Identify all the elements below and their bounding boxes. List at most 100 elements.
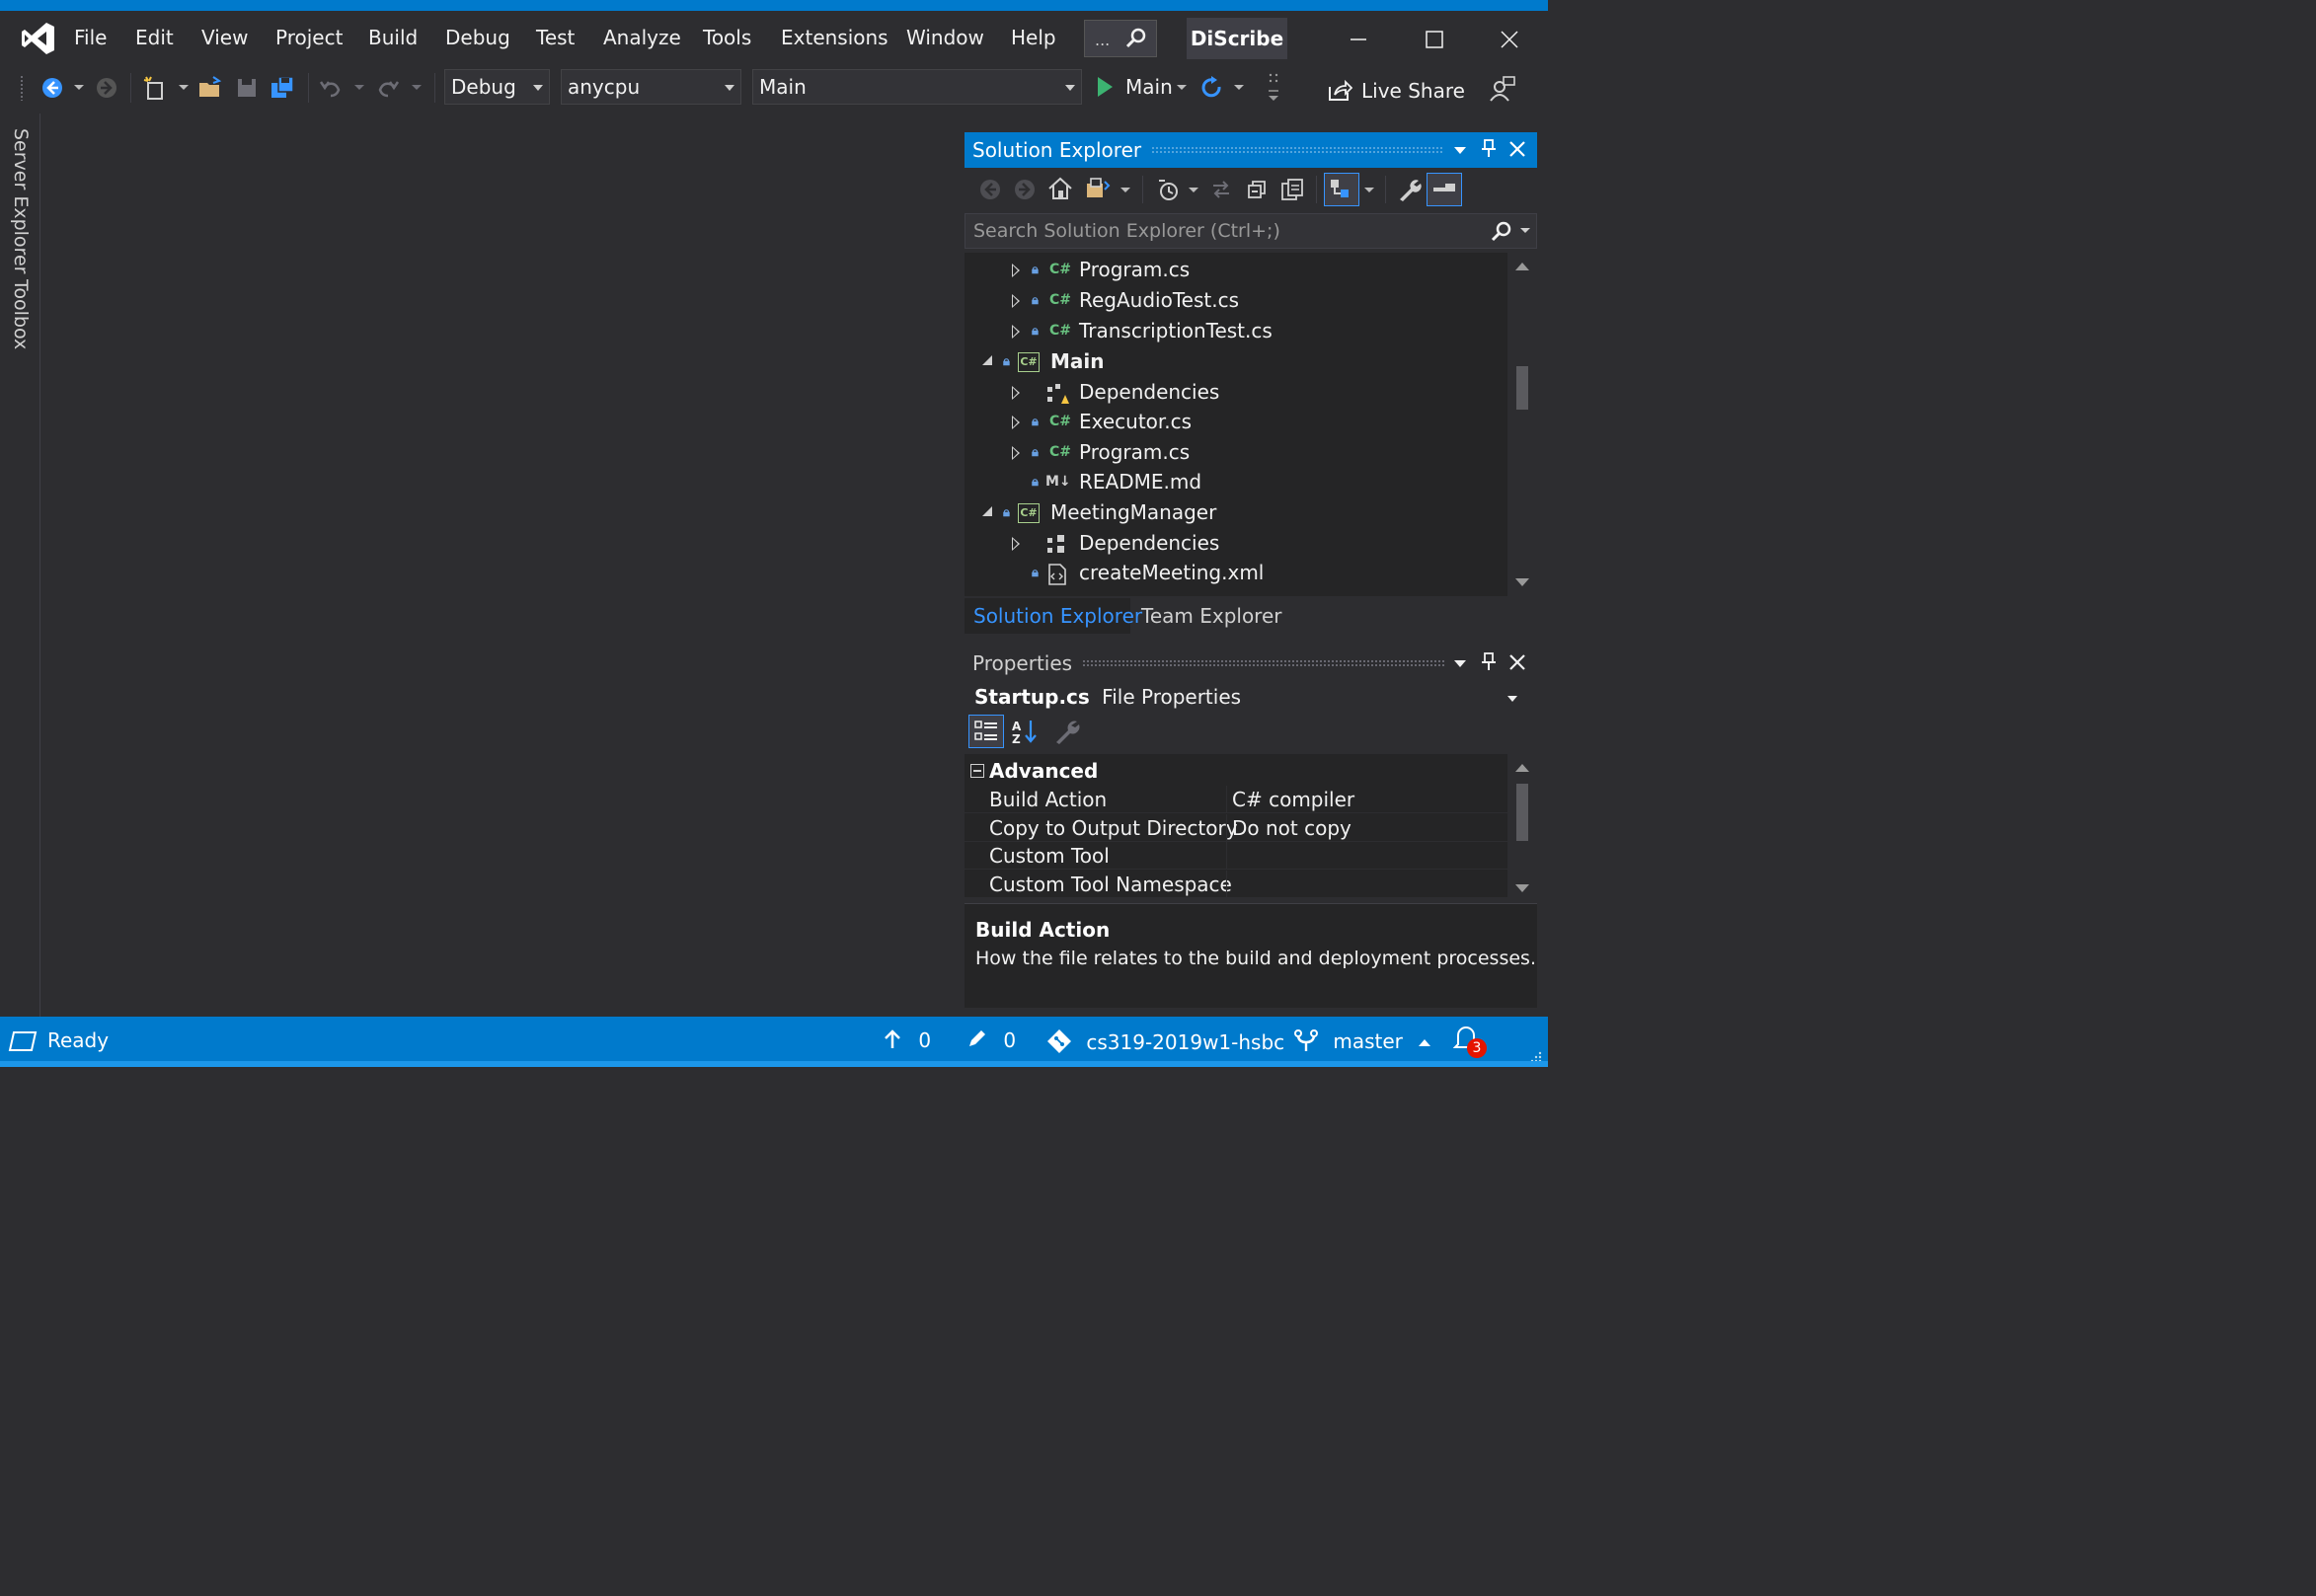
switch-views-dropdown[interactable] xyxy=(1120,188,1130,192)
back-dropdown-arrow[interactable] xyxy=(74,85,84,90)
menu-help[interactable]: Help xyxy=(1011,26,1056,49)
undo-icon[interactable] xyxy=(318,75,344,101)
expand-arrow-icon[interactable] xyxy=(1012,325,1020,339)
expand-arrow-icon[interactable] xyxy=(1012,386,1020,400)
filter-dropdown[interactable] xyxy=(1189,188,1198,192)
solution-explorer-header[interactable]: Solution Explorer xyxy=(965,132,1537,168)
navigate-forward-icon[interactable] xyxy=(94,75,119,101)
startup-project-dropdown[interactable]: Main xyxy=(752,69,1082,105)
property-row-copy-to-output[interactable]: Copy to Output Directory Do not copy xyxy=(965,814,1507,842)
menu-window[interactable]: Window xyxy=(906,26,984,49)
preview-selected-items-icon[interactable] xyxy=(1427,173,1462,206)
menu-analyze[interactable]: Analyze xyxy=(603,26,681,49)
sync-with-active-document-icon[interactable] xyxy=(1324,173,1359,206)
redo-dropdown-arrow[interactable] xyxy=(412,85,422,90)
categorized-view-button[interactable] xyxy=(968,715,1004,748)
tree-item-transcriptiontest-cs[interactable]: 🔒︎ C# TranscriptionTest.cs xyxy=(965,317,1507,346)
tree-item-program-cs[interactable]: 🔒︎ C# Program.cs xyxy=(965,256,1507,285)
maximize-button[interactable] xyxy=(1417,22,1452,57)
tree-item-main-dependencies[interactable]: Dependencies xyxy=(965,378,1507,408)
menu-project[interactable]: Project xyxy=(275,26,343,49)
menu-edit[interactable]: Edit xyxy=(135,26,174,49)
menu-tools[interactable]: Tools xyxy=(703,26,751,49)
pin-icon[interactable] xyxy=(1482,138,1496,162)
properties-header[interactable]: Properties xyxy=(965,646,1537,681)
switch-views-icon[interactable] xyxy=(1085,176,1111,205)
tab-solution-explorer[interactable]: Solution Explorer xyxy=(965,598,1142,634)
pending-changes-indicator[interactable]: 0 xyxy=(965,1028,1016,1055)
menu-extensions[interactable]: Extensions xyxy=(781,26,888,49)
collapse-arrow-icon[interactable] xyxy=(982,506,992,516)
scroll-thumb[interactable] xyxy=(1516,784,1528,841)
tree-scrollbar[interactable] xyxy=(1507,253,1537,596)
collapse-category-icon[interactable] xyxy=(970,764,984,778)
panel-menu-icon[interactable] xyxy=(1454,146,1466,154)
menu-build[interactable]: Build xyxy=(368,26,418,49)
solution-configuration-dropdown[interactable]: Debug xyxy=(444,69,550,105)
collapse-all-icon[interactable] xyxy=(1245,178,1269,205)
close-icon[interactable] xyxy=(1509,651,1525,675)
show-all-files-icon[interactable] xyxy=(1280,178,1306,205)
undo-dropdown-arrow[interactable] xyxy=(354,85,364,90)
toolbox-tab[interactable]: Toolbox xyxy=(10,279,32,349)
expand-arrow-icon[interactable] xyxy=(1012,294,1020,308)
save-icon[interactable] xyxy=(234,75,260,101)
new-dropdown-arrow[interactable] xyxy=(179,85,189,90)
server-explorer-tab[interactable]: Server Explorer xyxy=(10,128,32,273)
expand-arrow-icon[interactable] xyxy=(1012,446,1020,460)
start-debugging-button[interactable]: Main xyxy=(1092,73,1195,103)
pending-changes-filter-icon[interactable] xyxy=(1156,178,1180,205)
tree-item-createmeeting-xml[interactable]: 🔒︎ createMeeting.xml xyxy=(965,559,1507,588)
toolbar-overflow-icon[interactable] xyxy=(1267,71,1282,105)
scroll-up-arrow[interactable] xyxy=(1515,764,1529,772)
property-value[interactable]: Do not copy xyxy=(1232,816,1351,840)
panel-menu-icon[interactable] xyxy=(1454,659,1466,667)
scroll-down-arrow[interactable] xyxy=(1515,578,1529,586)
tree-item-regaudiotest-cs[interactable]: 🔒︎ C# RegAudioTest.cs xyxy=(965,286,1507,316)
scroll-thumb[interactable] xyxy=(1516,366,1528,410)
tree-item-main-project[interactable]: 🔒︎ C# Main xyxy=(965,347,1507,377)
property-row-build-action[interactable]: Build Action C# compiler xyxy=(965,786,1507,813)
branch-indicator[interactable]: master xyxy=(1293,1028,1431,1057)
alphabetical-sort-button[interactable]: AZ xyxy=(1009,717,1041,746)
solution-platform-dropdown[interactable]: anycpu xyxy=(561,69,741,105)
property-value[interactable]: C# compiler xyxy=(1232,788,1354,811)
new-project-icon[interactable] xyxy=(142,75,168,101)
close-window-button[interactable] xyxy=(1492,22,1527,57)
property-pages-wrench-icon[interactable] xyxy=(1052,717,1082,746)
property-row-custom-tool[interactable]: Custom Tool xyxy=(965,842,1507,870)
expand-arrow-icon[interactable] xyxy=(1012,537,1020,551)
scroll-down-arrow[interactable] xyxy=(1515,884,1529,892)
tab-team-explorer[interactable]: Team Explorer xyxy=(1132,598,1282,634)
menu-file[interactable]: File xyxy=(74,26,107,49)
minimize-button[interactable] xyxy=(1341,22,1376,57)
refresh-icon[interactable] xyxy=(1199,75,1225,101)
vs-logo-icon[interactable] xyxy=(20,20,57,57)
notifications-button[interactable]: 3 xyxy=(1452,1025,1487,1058)
solution-name-badge[interactable]: DiScribe xyxy=(1187,18,1287,59)
home-icon[interactable] xyxy=(1047,176,1073,205)
navigate-back-icon[interactable] xyxy=(39,75,65,101)
property-grid-scrollbar[interactable] xyxy=(1507,754,1537,898)
save-all-icon[interactable] xyxy=(270,75,295,101)
menu-debug[interactable]: Debug xyxy=(445,26,510,49)
tree-item-executor-cs[interactable]: 🔒︎ C# Executor.cs xyxy=(965,408,1507,437)
feedback-icon[interactable] xyxy=(1489,75,1516,103)
refresh-dropdown-arrow[interactable] xyxy=(1234,85,1244,90)
back-icon[interactable] xyxy=(978,178,1002,205)
forward-icon[interactable] xyxy=(1013,178,1037,205)
sync-icon[interactable] xyxy=(1209,178,1233,205)
close-icon[interactable] xyxy=(1509,138,1525,162)
live-share-button[interactable]: Live Share xyxy=(1325,73,1465,107)
tree-item-readme-md[interactable]: 🔒︎ M↓ README.md xyxy=(965,468,1507,497)
expand-arrow-icon[interactable] xyxy=(1012,416,1020,429)
sync-dropdown[interactable] xyxy=(1364,188,1374,192)
search-box[interactable]: ... xyxy=(1084,20,1157,57)
collapse-arrow-icon[interactable] xyxy=(982,355,992,365)
tree-item-main-program-cs[interactable]: 🔒︎ C# Program.cs xyxy=(965,438,1507,468)
unpushed-commits-indicator[interactable]: 0 xyxy=(883,1028,931,1055)
properties-object-selector[interactable]: Startup.cs File Properties xyxy=(965,681,1537,715)
tree-item-meetingmanager-project[interactable]: 🔒︎ C# MeetingManager xyxy=(965,498,1507,528)
repository-indicator[interactable]: cs319-2019w1-hsbc xyxy=(1046,1028,1284,1059)
menu-view[interactable]: View xyxy=(201,26,248,49)
